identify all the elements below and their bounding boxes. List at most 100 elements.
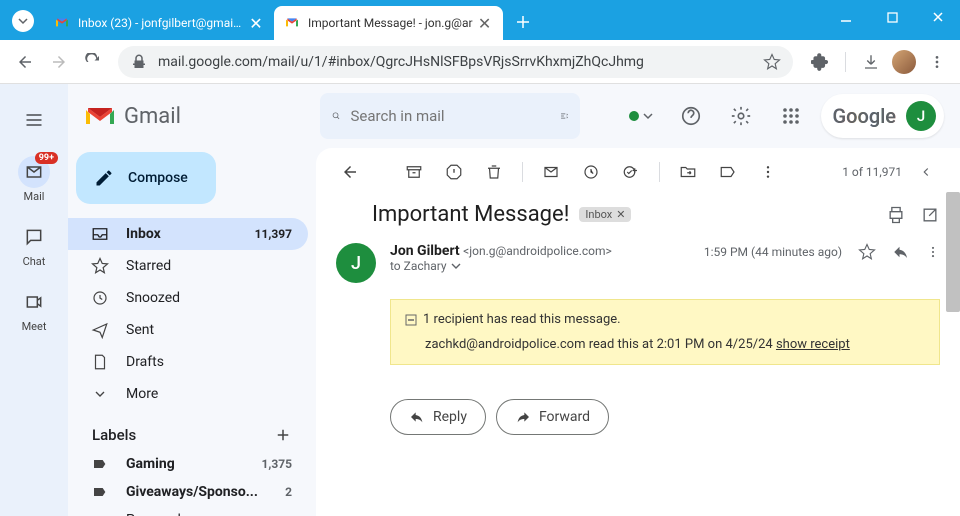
unread-badge: 99+ [35,152,58,164]
label-text: Personal [126,512,181,516]
label-gaming[interactable]: Gaming 1,375 [68,450,308,478]
delete-button[interactable] [476,154,512,190]
browser-titlebar: Inbox (23) - jonfgilbert@gmail... ✕ Impo… [0,0,960,40]
nav-label: Inbox [126,226,161,242]
browser-tab-inbox[interactable]: Inbox (23) - jonfgilbert@gmail... ✕ [44,6,274,40]
label-count: 2 [285,485,292,499]
reply-icon [409,409,425,425]
print-button[interactable] [886,205,906,225]
close-icon[interactable]: ✕ [477,15,493,31]
sender-email: <jon.g@androidpolice.com> [463,244,612,258]
forward-button[interactable]: Forward [496,399,609,435]
status-indicator[interactable] [621,96,661,136]
minimize-button[interactable] [832,6,860,28]
sidebar-item-sent[interactable]: Sent [68,314,308,346]
apps-button[interactable] [771,96,811,136]
reply-icon-button[interactable] [892,243,910,261]
move-to-button[interactable] [670,154,706,190]
sidebar-item-drafts[interactable]: Drafts [68,346,308,378]
close-window-button[interactable] [924,6,952,28]
tab-search-dropdown[interactable] [12,10,34,32]
scrollbar[interactable] [946,192,960,312]
reload-button[interactable] [76,45,110,79]
settings-button[interactable] [721,96,761,136]
compose-label: Compose [128,170,188,186]
support-button[interactable] [671,96,711,136]
sender-avatar[interactable]: J [336,243,376,283]
label-giveaways[interactable]: Giveaways/Sponso... 2 [68,478,308,506]
mark-unread-button[interactable] [533,154,569,190]
label-text: Gaming [126,456,175,472]
label-personal[interactable]: Personal [68,506,308,516]
separator [522,162,523,182]
star-icon [90,256,110,276]
rail-item-meet[interactable]: Meet [0,282,68,337]
google-account-pill[interactable]: Google J [821,94,944,138]
search-bar[interactable] [320,93,580,139]
message-pane: 1 of 11,971 Important Message! Inbox✕ J [316,148,960,516]
message-more-button[interactable] [926,245,940,259]
show-receipt-link[interactable]: show receipt [776,337,850,352]
forward-button[interactable] [42,45,76,79]
file-icon [90,352,110,372]
older-button[interactable] [908,154,944,190]
sidebar-item-starred[interactable]: Starred [68,250,308,282]
sidebar: Compose Inbox 11,397 Starred Snoozed [68,148,316,516]
sender-name: Jon Gilbert [390,243,460,259]
rail-item-mail[interactable]: 99+ Mail [0,152,68,207]
category-chip[interactable]: Inbox✕ [579,207,631,222]
back-button[interactable] [8,45,42,79]
separator [845,52,846,72]
browser-profile-avatar[interactable] [892,50,916,74]
star-message-button[interactable] [858,243,876,261]
google-text: Google [833,104,896,128]
bookmark-star-icon[interactable] [763,53,781,71]
clock-icon [90,288,110,308]
compose-button[interactable]: Compose [76,152,216,204]
gmail-logo[interactable]: Gmail [84,104,308,129]
extensions-icon[interactable] [805,47,835,77]
labels-button[interactable] [710,154,746,190]
more-actions-button[interactable] [750,154,786,190]
remove-chip-icon[interactable]: ✕ [616,208,625,221]
nav-label: Drafts [126,354,164,370]
browser-menu-icon[interactable] [922,47,952,77]
rail-label: Meet [22,320,47,333]
address-input[interactable]: mail.google.com/mail/u/1/#inbox/QgrcJHsN… [118,46,793,78]
site-settings-icon[interactable] [130,53,148,71]
rail-label: Mail [24,190,45,203]
message-subject: Important Message! [372,202,569,227]
reply-button[interactable]: Reply [390,399,486,435]
archive-button[interactable] [396,154,432,190]
labels-header: Labels [68,410,308,450]
open-new-window-button[interactable] [920,205,940,225]
tab-title: Inbox (23) - jonfgilbert@gmail... [78,16,244,30]
chat-icon [18,221,50,253]
collapse-icon[interactable] [405,314,417,326]
main-menu-button[interactable] [12,98,56,142]
sidebar-item-snoozed[interactable]: Snoozed [68,282,308,314]
new-tab-button[interactable] [509,8,537,36]
active-status-icon [629,111,639,121]
app-rail: 99+ Mail Chat Meet [0,84,68,516]
url-text: mail.google.com/mail/u/1/#inbox/QgrcJHsN… [158,54,763,70]
maximize-button[interactable] [878,6,906,28]
browser-tab-message[interactable]: Important Message! - jon.g@ar ✕ [274,6,503,40]
rail-item-chat[interactable]: Chat [0,217,68,272]
send-icon [90,320,110,340]
search-input[interactable] [351,107,550,125]
message-timestamp: 1:59 PM (44 minutes ago) [704,245,842,259]
separator [659,162,660,182]
snooze-button[interactable] [573,154,609,190]
sidebar-item-more[interactable]: More [68,378,308,410]
close-icon[interactable]: ✕ [248,15,264,31]
downloads-icon[interactable] [856,47,886,77]
report-spam-button[interactable] [436,154,472,190]
recipient-dropdown[interactable]: to Zachary [390,259,690,273]
add-label-button[interactable] [274,426,292,444]
sidebar-item-inbox[interactable]: Inbox 11,397 [68,218,308,250]
back-to-inbox-button[interactable] [332,154,368,190]
search-options-icon[interactable] [560,106,569,126]
add-to-tasks-button[interactable] [613,154,649,190]
profile-avatar[interactable]: J [906,101,936,131]
